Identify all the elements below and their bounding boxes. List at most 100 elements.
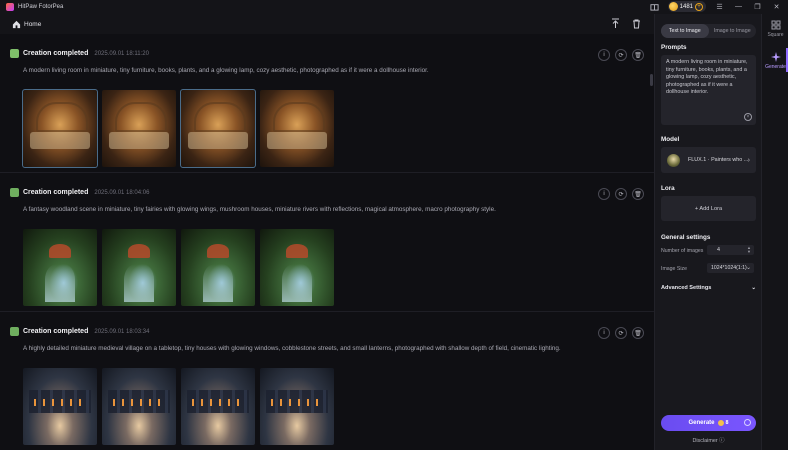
card-timestamp: 2025.09.01 18:04:06 bbox=[94, 189, 150, 196]
feed-actions bbox=[610, 18, 642, 29]
delete-icon[interactable]: 🗑 bbox=[632, 327, 644, 339]
image-size-select[interactable]: 1024*1024(1:1) ⌄ bbox=[707, 263, 754, 273]
generated-image[interactable] bbox=[22, 89, 98, 168]
coin-icon bbox=[717, 420, 724, 426]
chevron-down-icon: ⌄ bbox=[745, 265, 751, 271]
delete-icon[interactable]: 🗑 bbox=[632, 188, 644, 200]
generated-image[interactable] bbox=[260, 229, 334, 306]
model-heading: Model bbox=[661, 136, 680, 143]
title-bar-controls: 1481 + ☰ — ❐ ✕ bbox=[649, 1, 782, 12]
restore-icon[interactable]: ❐ bbox=[752, 1, 763, 12]
creation-card: Creation completed 2025.09.01 18:11:20 i ⟳ 🗑… bbox=[0, 34, 654, 173]
prompts-heading: Prompts bbox=[661, 44, 687, 51]
tab-image-to-image[interactable]: Image to Image bbox=[709, 24, 757, 38]
delete-icon[interactable]: 🗑 bbox=[632, 49, 644, 61]
credits-value: 1481 bbox=[679, 3, 693, 10]
chevron-down-icon: ⌄ bbox=[751, 285, 756, 291]
model-selector[interactable]: FLUX.1 · Painters who ... › bbox=[661, 147, 756, 173]
home-link[interactable]: Home bbox=[24, 21, 41, 28]
card-prompt: A modern living room in miniature, tiny … bbox=[23, 67, 429, 74]
prompt-text: A modern living room in miniature, tiny … bbox=[666, 59, 748, 96]
model-name: FLUX.1 · Painters who ... bbox=[688, 157, 749, 163]
card-prompt: A highly detailed miniature medieval vil… bbox=[23, 345, 561, 352]
side-rail: Square Generate bbox=[761, 14, 788, 450]
image-size-value: 1024*1024(1:1) bbox=[711, 265, 747, 271]
card-actions: i ⟳ 🗑 bbox=[598, 49, 644, 61]
image-grid bbox=[22, 89, 334, 168]
generated-image[interactable] bbox=[181, 229, 255, 306]
generate-cost: 8 bbox=[725, 420, 729, 426]
card-title: Creation completed bbox=[23, 50, 89, 57]
image-grid bbox=[23, 229, 334, 306]
regenerate-icon[interactable]: ⟳ bbox=[615, 327, 627, 339]
generation-panel: Text to Image Image to Image Prompts A m… bbox=[654, 14, 761, 450]
regenerate-icon[interactable]: ⟳ bbox=[615, 49, 627, 61]
generated-image[interactable] bbox=[260, 90, 334, 167]
clock-icon[interactable] bbox=[744, 419, 751, 426]
info-icon[interactable]: i bbox=[598, 49, 610, 61]
status-icon bbox=[10, 49, 19, 58]
home-icon[interactable] bbox=[12, 20, 21, 29]
status-icon bbox=[10, 327, 19, 336]
creation-card: Creation completed 2025.09.01 18:04:06 i ⟳ 🗑… bbox=[0, 173, 654, 312]
add-lora-button[interactable]: + Add Lora bbox=[661, 196, 756, 221]
close-icon[interactable]: ✕ bbox=[771, 1, 782, 12]
generated-image[interactable] bbox=[23, 229, 97, 306]
app-window: HitPaw FotorPea 1481 + ☰ — ❐ ✕ Home Crea… bbox=[0, 0, 788, 450]
generated-image[interactable] bbox=[102, 90, 176, 167]
generate-label: Generate bbox=[688, 420, 715, 426]
model-avatar bbox=[667, 153, 680, 167]
image-size-label: Image Size bbox=[661, 266, 687, 272]
stepper-arrows-icon[interactable]: ▲ ▼ bbox=[747, 246, 751, 254]
generate-button[interactable]: Generate 8 bbox=[661, 415, 756, 431]
rail-item-label: Generate bbox=[765, 64, 786, 70]
menu-icon[interactable]: ☰ bbox=[714, 1, 725, 12]
prompt-input[interactable]: A modern living room in miniature, tiny … bbox=[661, 55, 756, 125]
generated-image[interactable] bbox=[102, 368, 176, 445]
scroll-top-icon[interactable] bbox=[610, 18, 621, 29]
app-logo-icon bbox=[6, 3, 14, 11]
rail-item-generate[interactable]: Generate bbox=[762, 52, 788, 70]
general-settings-heading: General settings bbox=[661, 234, 711, 241]
credits-badge[interactable]: 1481 + bbox=[667, 1, 706, 12]
card-actions: i ⟳ 🗑 bbox=[598, 188, 644, 200]
creation-feed[interactable]: Creation completed 2025.09.01 18:11:20 i ⟳ 🗑… bbox=[0, 34, 654, 450]
tab-text-to-image[interactable]: Text to Image bbox=[661, 24, 709, 38]
gift-icon[interactable] bbox=[649, 1, 660, 12]
card-header: Creation completed 2025.09.01 18:04:06 bbox=[10, 188, 149, 197]
disclaimer-link[interactable]: Disclaimer ⓘ bbox=[655, 436, 762, 444]
num-images-stepper[interactable]: 4 ▲ ▼ bbox=[707, 245, 754, 255]
title-bar: HitPaw FotorPea 1481 + ☰ — ❐ ✕ bbox=[0, 0, 788, 14]
add-credits-icon[interactable]: + bbox=[695, 2, 703, 11]
clear-prompt-icon[interactable]: × bbox=[744, 113, 752, 121]
advanced-settings-label: Advanced Settings bbox=[661, 285, 712, 291]
num-images-label: Number of images bbox=[661, 248, 704, 254]
grid-icon bbox=[771, 20, 781, 30]
app-title: HitPaw FotorPea bbox=[18, 4, 64, 10]
minimize-icon[interactable]: — bbox=[733, 1, 744, 12]
card-prompt: A fantasy woodland scene in miniature, t… bbox=[23, 206, 496, 213]
status-icon bbox=[10, 188, 19, 197]
regenerate-icon[interactable]: ⟳ bbox=[615, 188, 627, 200]
advanced-settings-toggle[interactable]: Advanced Settings ⌄ bbox=[661, 285, 756, 291]
card-header: Creation completed 2025.09.01 18:11:20 bbox=[10, 49, 149, 58]
info-icon[interactable]: i bbox=[598, 327, 610, 339]
breadcrumb-bar: Home bbox=[0, 14, 654, 34]
lora-heading: Lora bbox=[661, 185, 675, 192]
chevron-right-icon: › bbox=[747, 156, 750, 164]
generated-image[interactable] bbox=[260, 368, 334, 445]
info-icon[interactable]: i bbox=[598, 188, 610, 200]
card-timestamp: 2025.09.01 18:03:34 bbox=[94, 328, 150, 335]
image-grid bbox=[23, 368, 334, 445]
generated-image[interactable] bbox=[181, 368, 255, 445]
coin-icon bbox=[668, 2, 678, 11]
generated-image[interactable] bbox=[180, 89, 256, 168]
rail-item-square[interactable]: Square bbox=[762, 20, 788, 38]
card-actions: i ⟳ 🗑 bbox=[598, 327, 644, 339]
sparkle-icon bbox=[770, 52, 781, 62]
mode-tabs: Text to Image Image to Image bbox=[661, 24, 756, 38]
delete-all-icon[interactable] bbox=[631, 18, 642, 29]
card-title: Creation completed bbox=[23, 189, 89, 196]
generated-image[interactable] bbox=[23, 368, 97, 445]
generated-image[interactable] bbox=[102, 229, 176, 306]
